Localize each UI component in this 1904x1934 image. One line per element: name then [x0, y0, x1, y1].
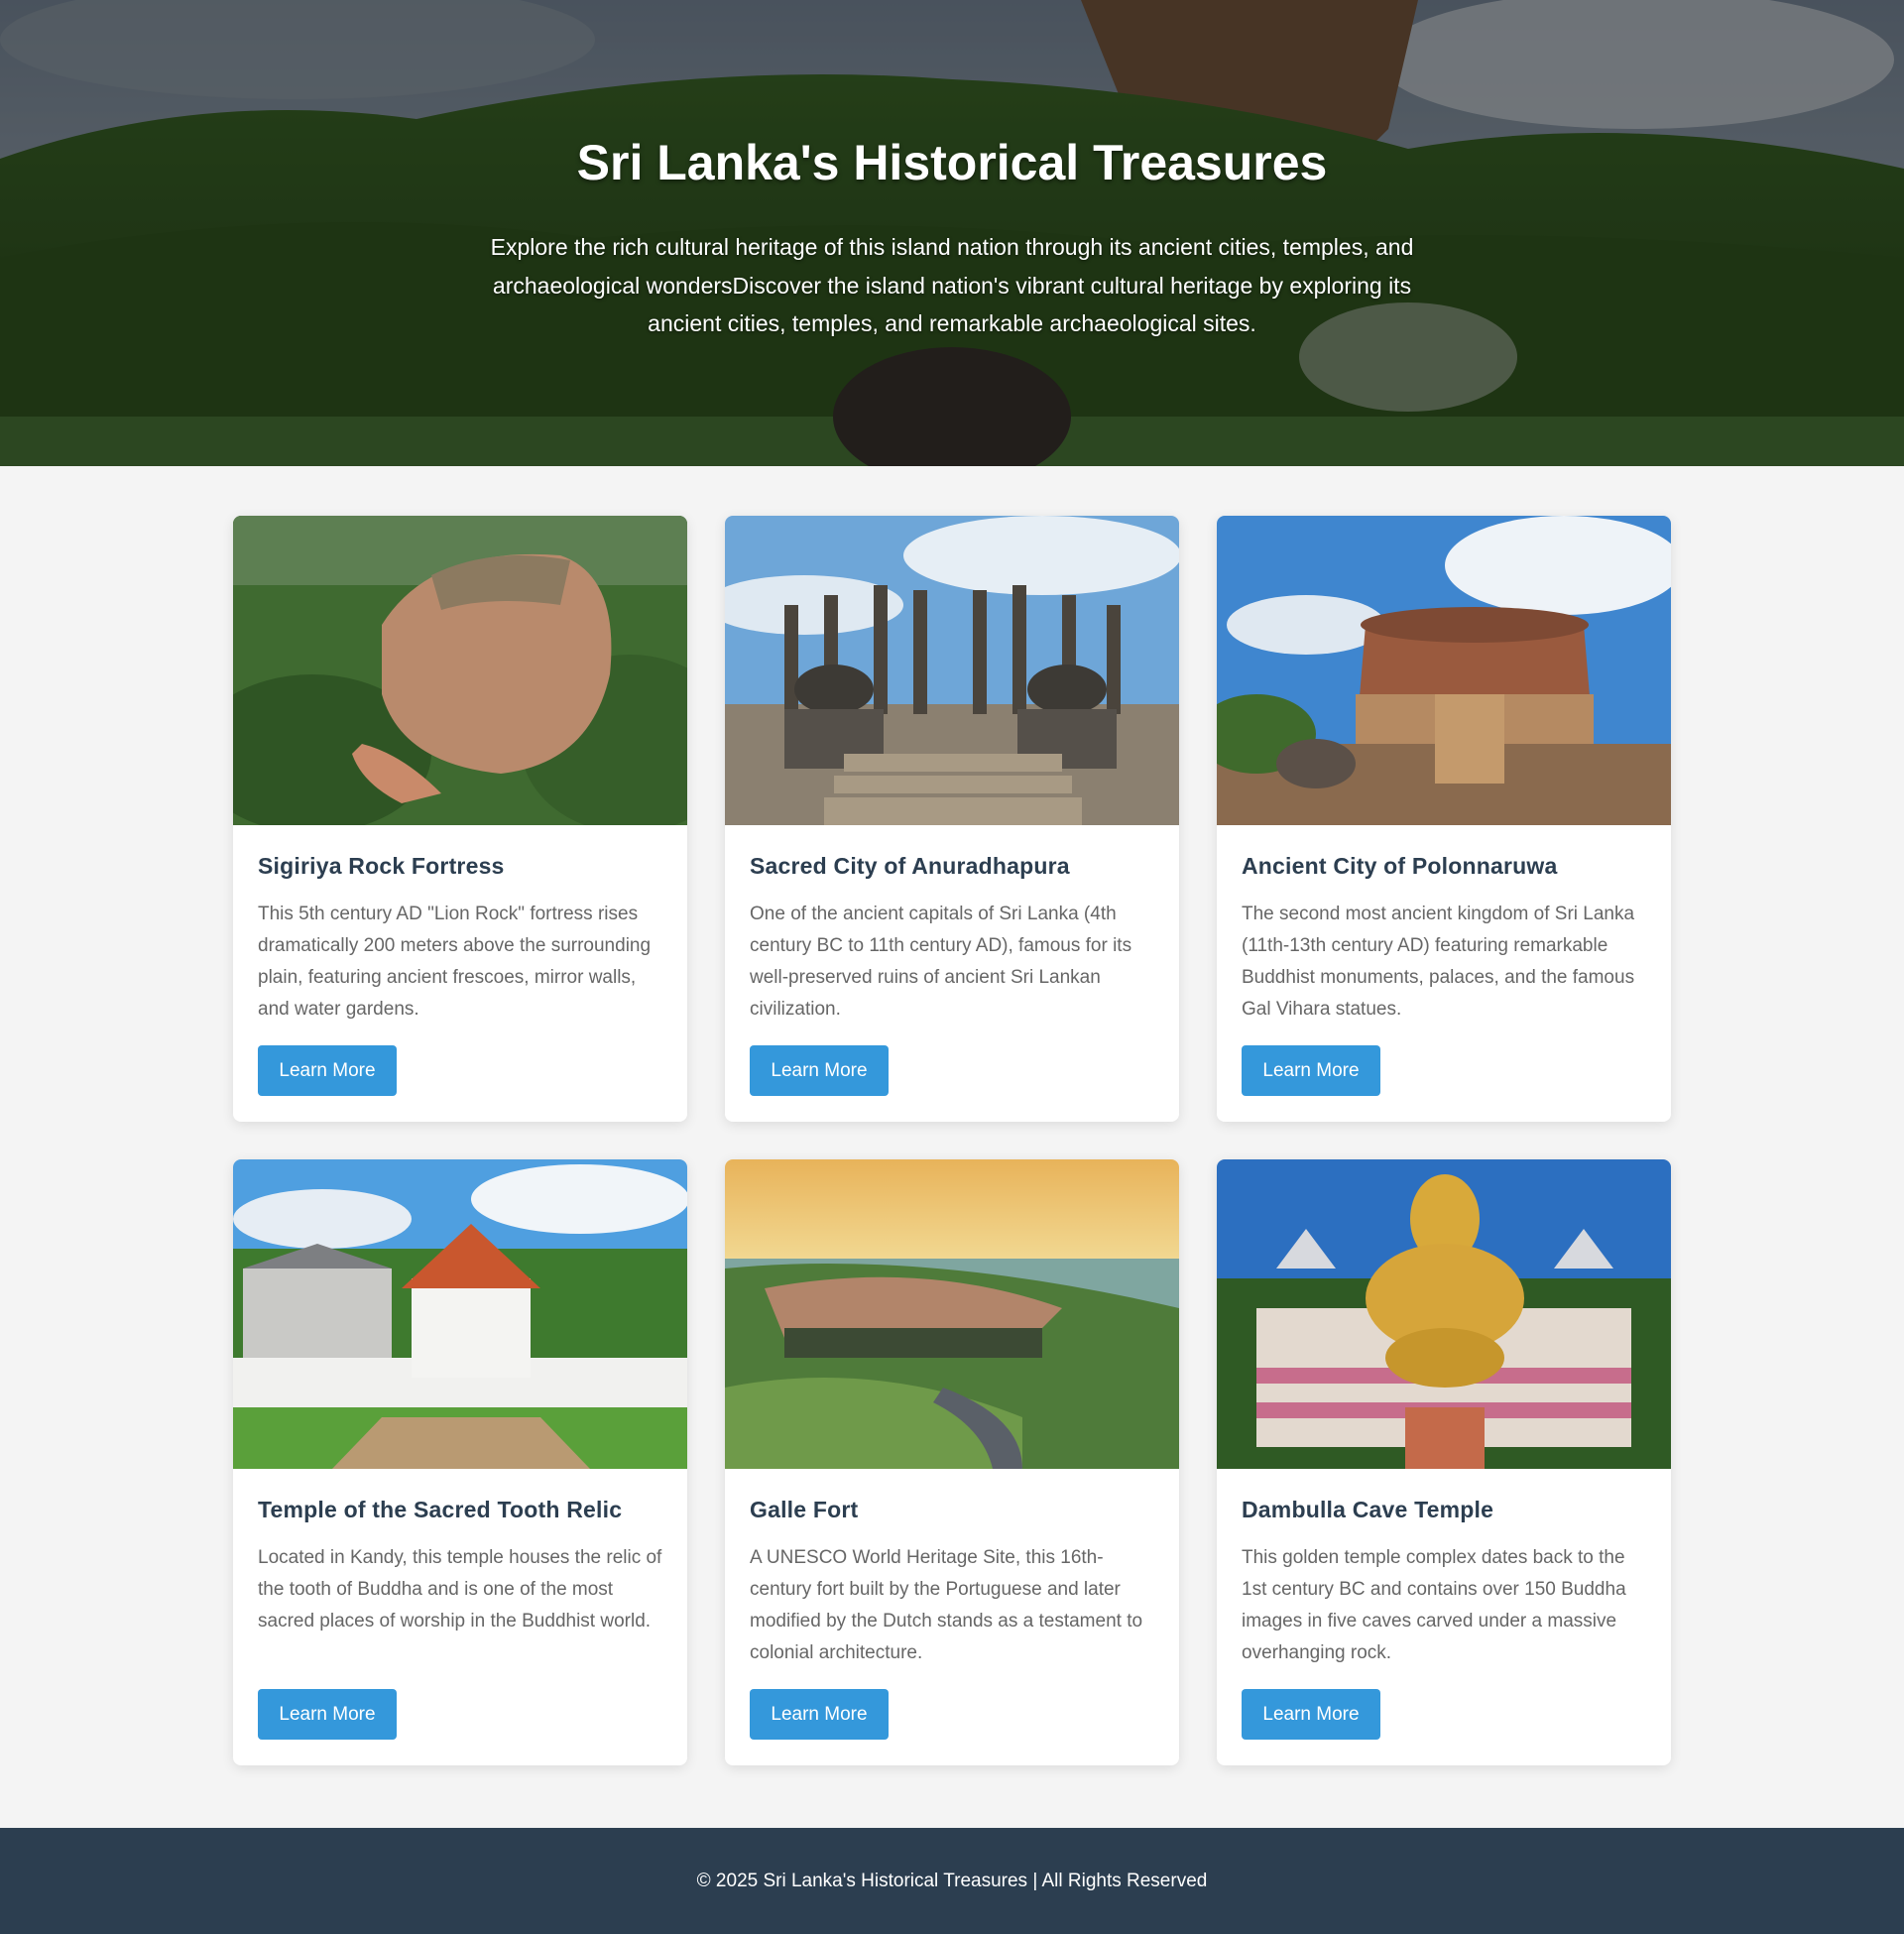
card-description: This 5th century AD "Lion Rock" fortress… [258, 904, 652, 1020]
site-card-dambulla: Dambulla Cave Temple This golden temple … [1217, 1159, 1671, 1765]
card-image-anuradhapura [725, 516, 1179, 825]
hero-content: Sri Lanka's Historical Treasures Explore… [0, 0, 1904, 466]
page-footer: © 2025 Sri Lanka's Historical Treasures … [0, 1828, 1904, 1934]
page-title: Sri Lanka's Historical Treasures [576, 135, 1328, 190]
card-title: Ancient City of Polonnaruwa [1242, 853, 1558, 879]
card-image-polonnaruwa [1217, 516, 1671, 825]
learn-more-button[interactable]: Learn More [1242, 1689, 1380, 1740]
card-description: One of the ancient capitals of Sri Lanka… [750, 904, 1132, 1020]
hero-banner: Sri Lanka's Historical Treasures Explore… [0, 0, 1904, 466]
learn-more-button[interactable]: Learn More [258, 1045, 397, 1096]
card-description: This golden temple complex dates back to… [1242, 1547, 1626, 1663]
site-card-temple-of-tooth: Temple of the Sacred Tooth Relic Located… [233, 1159, 687, 1765]
card-image-galle-fort [725, 1159, 1179, 1469]
site-card-anuradhapura: Sacred City of Anuradhapura One of the a… [725, 516, 1179, 1122]
site-card-galle-fort: Galle Fort A UNESCO World Heritage Site,… [725, 1159, 1179, 1765]
card-title: Temple of the Sacred Tooth Relic [258, 1497, 623, 1522]
card-title: Galle Fort [750, 1497, 859, 1522]
card-description: The second most ancient kingdom of Sri L… [1242, 904, 1635, 1020]
copyright-text: © 2025 Sri Lanka's Historical Treasures … [696, 1871, 1208, 1891]
site-card-polonnaruwa: Ancient City of Polonnaruwa The second m… [1217, 516, 1671, 1122]
learn-more-button[interactable]: Learn More [750, 1689, 889, 1740]
learn-more-button[interactable]: Learn More [1242, 1045, 1380, 1096]
card-title: Dambulla Cave Temple [1242, 1497, 1494, 1522]
hero-subtitle: Explore the rich cultural heritage of th… [490, 234, 1414, 336]
card-image-temple-of-tooth [233, 1159, 687, 1469]
card-description: A UNESCO World Heritage Site, this 16th-… [750, 1547, 1143, 1663]
learn-more-button[interactable]: Learn More [258, 1689, 397, 1740]
card-image-sigiriya [233, 516, 687, 825]
site-card-grid: Sigiriya Rock Fortress This 5th century … [233, 516, 1671, 1765]
card-title: Sacred City of Anuradhapura [750, 853, 1070, 879]
site-card-sigiriya: Sigiriya Rock Fortress This 5th century … [233, 516, 687, 1122]
card-title: Sigiriya Rock Fortress [258, 853, 505, 879]
learn-more-button[interactable]: Learn More [750, 1045, 889, 1096]
card-image-dambulla [1217, 1159, 1671, 1469]
card-description: Located in Kandy, this temple houses the… [258, 1547, 662, 1632]
